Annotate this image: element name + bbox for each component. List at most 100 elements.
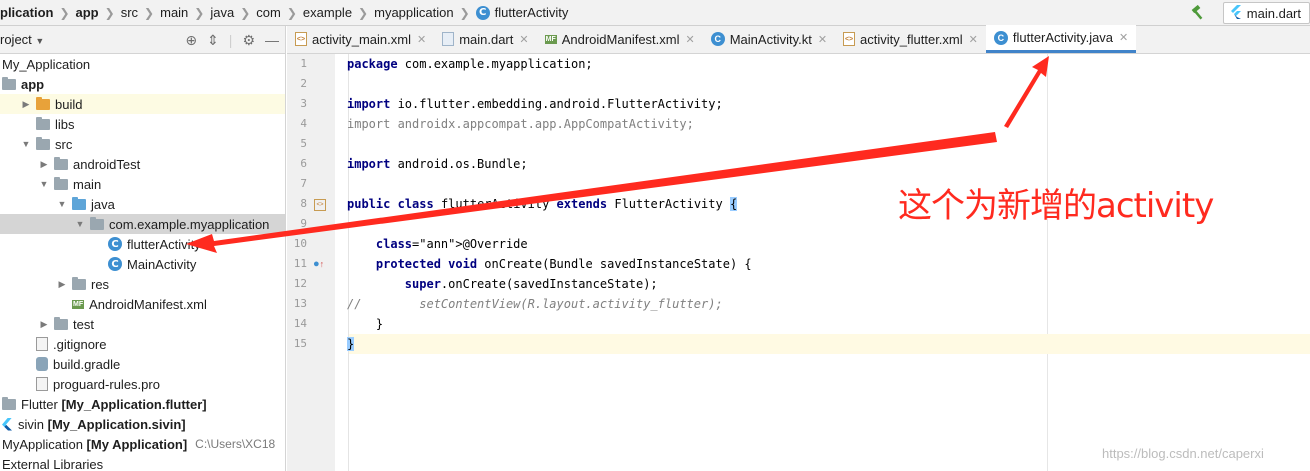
tree-item[interactable]: .gitignore (0, 334, 285, 354)
tree-item[interactable]: app (0, 74, 285, 94)
run-configuration-selector[interactable]: main.dart (1222, 2, 1310, 24)
line-number: 5 (300, 137, 307, 150)
flutter-icon (1230, 4, 1241, 22)
tree-item[interactable]: External Libraries (0, 454, 285, 471)
close-icon[interactable]: ✕ (519, 33, 528, 46)
tree-item[interactable]: My_Application (0, 54, 285, 74)
tree-item[interactable]: ▼ java (0, 194, 285, 214)
code-line[interactable]: package com.example.myapplication; (347, 54, 593, 74)
collapse-arrow-icon[interactable]: ▼ (20, 139, 32, 149)
tree-item-label: src (55, 136, 73, 152)
tree-item[interactable]: sivin [My_Application.sivin] (0, 414, 285, 434)
editor-tab[interactable]: MF AndroidManifest.xml ✕ (537, 25, 703, 53)
tree-item-label: test (73, 316, 94, 332)
kotlin-class-icon: C (108, 257, 122, 271)
tree-item[interactable]: ▼ main (0, 174, 285, 194)
close-icon[interactable]: ✕ (417, 33, 426, 46)
code-line[interactable]: } (347, 314, 383, 334)
code-line[interactable]: import androidx.appcompat.app.AppCompatA… (347, 114, 694, 134)
excluded-folder-icon (36, 96, 50, 110)
tree-item[interactable]: ▼ src (0, 134, 285, 154)
tree-item[interactable]: build.gradle (0, 354, 285, 374)
close-icon[interactable]: ✕ (686, 33, 695, 46)
tree-item[interactable]: MF AndroidManifest.xml (0, 294, 285, 314)
tree-item-label: com.example.myapplication (109, 216, 270, 232)
code-line[interactable]: import io.flutter.embedding.android.Flut… (347, 94, 723, 114)
line-number: 14 (293, 317, 307, 330)
breadcrumb-myapplication[interactable]: myapplication (374, 5, 454, 20)
code-line[interactable]: import android.os.Bundle; (347, 154, 528, 174)
collapse-arrow-icon[interactable]: ▼ (38, 179, 50, 189)
close-icon[interactable]: ✕ (969, 33, 978, 46)
folder-icon (54, 316, 68, 330)
java-class-icon: C (993, 30, 1008, 45)
kotlin-class-icon: C (710, 32, 725, 46)
gear-icon[interactable]: ⚙ (242, 32, 255, 49)
editor-tab-label: AndroidManifest.xml (561, 31, 680, 47)
code-editor[interactable]: 1 package com.example.myapplication; 2 3 imp… (287, 54, 1310, 471)
editor-tab-label: activity_main.xml (312, 31, 411, 47)
tree-item-label: MyApplication [My Application] (2, 436, 188, 452)
tree-item[interactable]: CflutterActivity (0, 234, 285, 254)
editor-tab[interactable]: CflutterActivity.java ✕ (985, 25, 1137, 53)
line-number: 7 (300, 177, 307, 190)
code-line[interactable]: } (347, 334, 355, 354)
chevron-right-icon: ❯ (104, 5, 115, 20)
code-line[interactable]: class="ann">@Override (347, 234, 528, 254)
line-number: 8 (300, 197, 307, 210)
breadcrumb-example[interactable]: example (303, 5, 352, 20)
code-line[interactable]: protected void onCreate(Bundle savedInst… (347, 254, 752, 274)
tree-item[interactable]: MyApplication [My Application] C:\Users\X… (0, 434, 285, 454)
code-line[interactable]: super.onCreate(savedInstanceState); (347, 274, 658, 294)
folder-icon (36, 136, 50, 150)
manifest-icon: MF (72, 299, 85, 309)
right-margin-guide (1047, 54, 1048, 471)
collapse-all-icon[interactable]: ⇕ (207, 32, 219, 49)
line-number: 3 (300, 97, 307, 110)
editor-tab[interactable]: <> activity_flutter.xml ✕ (835, 25, 986, 53)
override-method-icon[interactable]: ●↑ (313, 258, 324, 270)
breadcrumb-java[interactable]: java (210, 5, 234, 20)
expand-arrow-icon[interactable]: ▶ (38, 319, 50, 330)
breadcrumb-src[interactable]: src (121, 5, 138, 20)
collapse-arrow-icon[interactable]: ▼ (74, 219, 86, 229)
expand-arrow-icon[interactable]: ▶ (38, 159, 50, 170)
flutter-icon (2, 417, 12, 431)
breadcrumb-app[interactable]: app (76, 5, 99, 20)
editor-tabs: <> activity_main.xml ✕ main.dart ✕ MF AndroidM… (287, 25, 1310, 54)
tree-item[interactable]: ▶ test (0, 314, 285, 334)
expand-arrow-icon[interactable]: ▶ (20, 99, 32, 110)
close-icon[interactable]: ✕ (1119, 31, 1128, 44)
breadcrumb-com[interactable]: com (256, 5, 281, 20)
close-icon[interactable]: ✕ (818, 33, 827, 46)
line-number: 10 (293, 237, 307, 250)
tree-item[interactable]: ▶ androidTest (0, 154, 285, 174)
code-line[interactable]: public class flutterActivity extends Flu… (347, 194, 738, 214)
tree-item[interactable]: ▶ res (0, 274, 285, 294)
project-view-selector[interactable]: roject ▼ (0, 32, 44, 47)
breadcrumb-main[interactable]: main (160, 5, 188, 20)
editor-tab-label: main.dart (459, 31, 514, 47)
breadcrumb-flutteractivity[interactable]: C flutterActivity (475, 5, 568, 20)
hide-icon[interactable]: — (265, 32, 279, 48)
breadcrumb-project[interactable]: plication (0, 5, 53, 20)
editor-tab[interactable]: C MainActivity.kt ✕ (703, 25, 835, 53)
hammer-icon[interactable] (1187, 2, 1209, 24)
tree-item[interactable]: Flutter [My_Application.flutter] (0, 394, 285, 414)
tree-item-label: Flutter [My_Application.flutter] (21, 396, 207, 412)
expand-arrow-icon[interactable]: ▶ (56, 279, 68, 290)
editor-tab[interactable]: main.dart ✕ (434, 25, 536, 53)
tree-item[interactable]: proguard-rules.pro (0, 374, 285, 394)
tree-item[interactable]: libs (0, 114, 285, 134)
gradle-icon (36, 357, 48, 371)
tree-item[interactable]: ▼ com.example.myapplication (0, 214, 285, 234)
collapse-arrow-icon[interactable]: ▼ (56, 199, 68, 209)
tree-item[interactable]: C MainActivity (0, 254, 285, 274)
editor-tab[interactable]: <> activity_main.xml ✕ (287, 25, 434, 53)
line-number: 15 (293, 337, 307, 350)
xml-layout-icon[interactable]: <> (314, 198, 326, 211)
code-line[interactable]: // setContentView(R.layout.activity_flut… (347, 294, 723, 314)
locate-icon[interactable]: ⊕ (185, 32, 197, 49)
tree-item-label: proguard-rules.pro (53, 376, 160, 392)
tree-item[interactable]: ▶ build (0, 94, 285, 114)
